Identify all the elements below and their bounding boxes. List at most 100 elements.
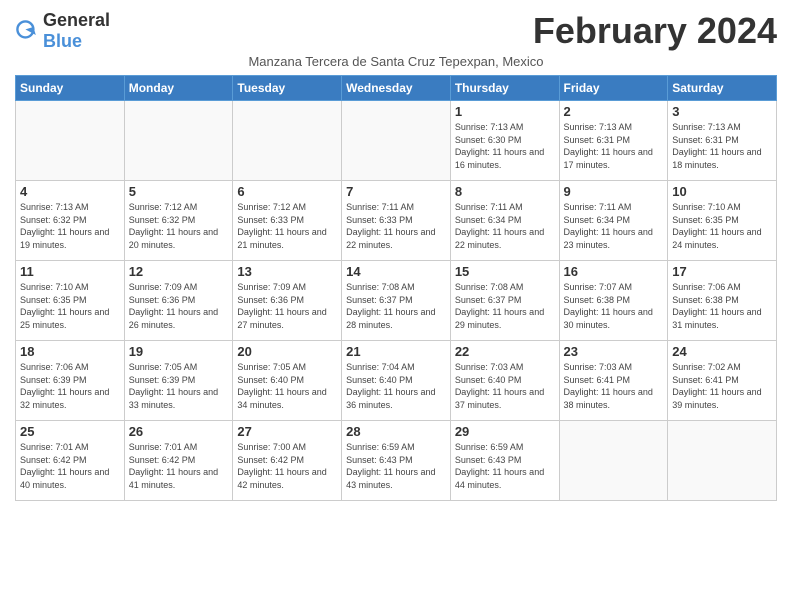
day-info: Sunrise: 6:59 AM Sunset: 6:43 PM Dayligh… xyxy=(455,441,555,491)
day-cell: 22 Sunrise: 7:03 AM Sunset: 6:40 PM Dayli… xyxy=(450,341,559,421)
day-cell: 13 Sunrise: 7:09 AM Sunset: 6:36 PM Dayli… xyxy=(233,261,342,341)
day-info: Sunrise: 7:13 AM Sunset: 6:31 PM Dayligh… xyxy=(564,121,664,171)
day-cell: 26 Sunrise: 7:01 AM Sunset: 6:42 PM Dayli… xyxy=(124,421,233,501)
week-row-3: 11 Sunrise: 7:10 AM Sunset: 6:35 PM Dayli… xyxy=(16,261,777,341)
day-cell xyxy=(559,421,668,501)
calendar-page: General Blue February 2024 Manzana Terce… xyxy=(0,0,792,612)
week-row-5: 25 Sunrise: 7:01 AM Sunset: 6:42 PM Dayli… xyxy=(16,421,777,501)
day-info: Sunrise: 7:10 AM Sunset: 6:35 PM Dayligh… xyxy=(20,281,120,331)
day-info: Sunrise: 7:11 AM Sunset: 6:33 PM Dayligh… xyxy=(346,201,446,251)
weekday-header-saturday: Saturday xyxy=(668,76,777,101)
day-info: Sunrise: 7:01 AM Sunset: 6:42 PM Dayligh… xyxy=(20,441,120,491)
day-number: 23 xyxy=(564,344,664,359)
day-number: 20 xyxy=(237,344,337,359)
day-cell: 25 Sunrise: 7:01 AM Sunset: 6:42 PM Dayli… xyxy=(16,421,125,501)
day-cell: 11 Sunrise: 7:10 AM Sunset: 6:35 PM Dayli… xyxy=(16,261,125,341)
day-info: Sunrise: 7:08 AM Sunset: 6:37 PM Dayligh… xyxy=(346,281,446,331)
day-cell: 19Sunrise: 7:05 AM Sunset: 6:39 PM Dayli… xyxy=(124,341,233,421)
weekday-header-row: SundayMondayTuesdayWednesdayThursdayFrid… xyxy=(16,76,777,101)
day-number: 27 xyxy=(237,424,337,439)
day-cell xyxy=(342,101,451,181)
day-info: Sunrise: 6:59 AM Sunset: 6:43 PM Dayligh… xyxy=(346,441,446,491)
day-info: Sunrise: 7:04 AM Sunset: 6:40 PM Dayligh… xyxy=(346,361,446,411)
day-info: Sunrise: 7:01 AM Sunset: 6:42 PM Dayligh… xyxy=(129,441,229,491)
day-cell: 10 Sunrise: 7:10 AM Sunset: 6:35 PM Dayli… xyxy=(668,181,777,261)
day-number: 22 xyxy=(455,344,555,359)
day-info: Sunrise: 7:12 AM Sunset: 6:33 PM Dayligh… xyxy=(237,201,337,251)
day-cell: 16 Sunrise: 7:07 AM Sunset: 6:38 PM Dayli… xyxy=(559,261,668,341)
logo-icon xyxy=(15,19,39,43)
day-cell: 12Sunrise: 7:09 AM Sunset: 6:36 PM Dayli… xyxy=(124,261,233,341)
day-number: 11 xyxy=(20,264,120,279)
day-info: Sunrise: 7:09 AM Sunset: 6:36 PM Dayligh… xyxy=(237,281,337,331)
day-number: 13 xyxy=(237,264,337,279)
week-row-1: 1 Sunrise: 7:13 AM Sunset: 6:30 PM Daylig… xyxy=(16,101,777,181)
day-number: 16 xyxy=(564,264,664,279)
day-info: Sunrise: 7:13 AM Sunset: 6:32 PM Dayligh… xyxy=(20,201,120,251)
logo-text: General Blue xyxy=(43,10,110,52)
day-number: 29 xyxy=(455,424,555,439)
day-cell: 27Sunrise: 7:00 AM Sunset: 6:42 PM Dayli… xyxy=(233,421,342,501)
weekday-header-sunday: Sunday xyxy=(16,76,125,101)
day-info: Sunrise: 7:03 AM Sunset: 6:40 PM Dayligh… xyxy=(455,361,555,411)
logo: General Blue xyxy=(15,10,110,52)
day-number: 4 xyxy=(20,184,120,199)
day-number: 5 xyxy=(129,184,229,199)
day-cell xyxy=(16,101,125,181)
day-info: Sunrise: 7:10 AM Sunset: 6:35 PM Dayligh… xyxy=(672,201,772,251)
day-cell: 20 Sunrise: 7:05 AM Sunset: 6:40 PM Dayli… xyxy=(233,341,342,421)
day-cell: 14 Sunrise: 7:08 AM Sunset: 6:37 PM Dayli… xyxy=(342,261,451,341)
day-info: Sunrise: 7:13 AM Sunset: 6:30 PM Dayligh… xyxy=(455,121,555,171)
day-number: 19 xyxy=(129,344,229,359)
day-info: Sunrise: 7:13 AM Sunset: 6:31 PM Dayligh… xyxy=(672,121,772,171)
day-number: 6 xyxy=(237,184,337,199)
day-number: 7 xyxy=(346,184,446,199)
day-number: 17 xyxy=(672,264,772,279)
day-number: 21 xyxy=(346,344,446,359)
day-cell: 8Sunrise: 7:11 AM Sunset: 6:34 PM Daylig… xyxy=(450,181,559,261)
day-cell: 7 Sunrise: 7:11 AM Sunset: 6:33 PM Daylig… xyxy=(342,181,451,261)
day-number: 25 xyxy=(20,424,120,439)
day-info: Sunrise: 7:07 AM Sunset: 6:38 PM Dayligh… xyxy=(564,281,664,331)
day-cell: 1 Sunrise: 7:13 AM Sunset: 6:30 PM Daylig… xyxy=(450,101,559,181)
subtitle: Manzana Tercera de Santa Cruz Tepexpan, … xyxy=(15,54,777,69)
day-info: Sunrise: 7:03 AM Sunset: 6:41 PM Dayligh… xyxy=(564,361,664,411)
day-cell: 21 Sunrise: 7:04 AM Sunset: 6:40 PM Dayli… xyxy=(342,341,451,421)
day-info: Sunrise: 7:11 AM Sunset: 6:34 PM Dayligh… xyxy=(455,201,555,251)
day-cell: 15 Sunrise: 7:08 AM Sunset: 6:37 PM Dayli… xyxy=(450,261,559,341)
day-info: Sunrise: 7:05 AM Sunset: 6:40 PM Dayligh… xyxy=(237,361,337,411)
day-cell: 29 Sunrise: 6:59 AM Sunset: 6:43 PM Dayli… xyxy=(450,421,559,501)
day-number: 15 xyxy=(455,264,555,279)
weekday-header-tuesday: Tuesday xyxy=(233,76,342,101)
day-number: 3 xyxy=(672,104,772,119)
week-row-2: 4 Sunrise: 7:13 AM Sunset: 6:32 PM Daylig… xyxy=(16,181,777,261)
day-number: 10 xyxy=(672,184,772,199)
week-row-4: 18Sunrise: 7:06 AM Sunset: 6:39 PM Dayli… xyxy=(16,341,777,421)
logo-blue: Blue xyxy=(43,31,82,51)
day-number: 14 xyxy=(346,264,446,279)
day-number: 1 xyxy=(455,104,555,119)
weekday-header-wednesday: Wednesday xyxy=(342,76,451,101)
day-cell xyxy=(124,101,233,181)
day-cell xyxy=(668,421,777,501)
day-cell: 5Sunrise: 7:12 AM Sunset: 6:32 PM Daylig… xyxy=(124,181,233,261)
day-number: 28 xyxy=(346,424,446,439)
day-cell: 3 Sunrise: 7:13 AM Sunset: 6:31 PM Daylig… xyxy=(668,101,777,181)
day-number: 9 xyxy=(564,184,664,199)
weekday-header-thursday: Thursday xyxy=(450,76,559,101)
day-info: Sunrise: 7:11 AM Sunset: 6:34 PM Dayligh… xyxy=(564,201,664,251)
weekday-header-friday: Friday xyxy=(559,76,668,101)
day-cell: 24Sunrise: 7:02 AM Sunset: 6:41 PM Dayli… xyxy=(668,341,777,421)
weekday-header-monday: Monday xyxy=(124,76,233,101)
day-cell: 6 Sunrise: 7:12 AM Sunset: 6:33 PM Daylig… xyxy=(233,181,342,261)
day-info: Sunrise: 7:06 AM Sunset: 6:39 PM Dayligh… xyxy=(20,361,120,411)
month-title: February 2024 xyxy=(533,10,777,52)
day-info: Sunrise: 7:09 AM Sunset: 6:36 PM Dayligh… xyxy=(129,281,229,331)
day-info: Sunrise: 7:08 AM Sunset: 6:37 PM Dayligh… xyxy=(455,281,555,331)
day-cell xyxy=(233,101,342,181)
day-number: 26 xyxy=(129,424,229,439)
day-cell: 28 Sunrise: 6:59 AM Sunset: 6:43 PM Dayli… xyxy=(342,421,451,501)
day-cell: 23 Sunrise: 7:03 AM Sunset: 6:41 PM Dayli… xyxy=(559,341,668,421)
header: General Blue February 2024 xyxy=(15,10,777,52)
day-cell: 4 Sunrise: 7:13 AM Sunset: 6:32 PM Daylig… xyxy=(16,181,125,261)
